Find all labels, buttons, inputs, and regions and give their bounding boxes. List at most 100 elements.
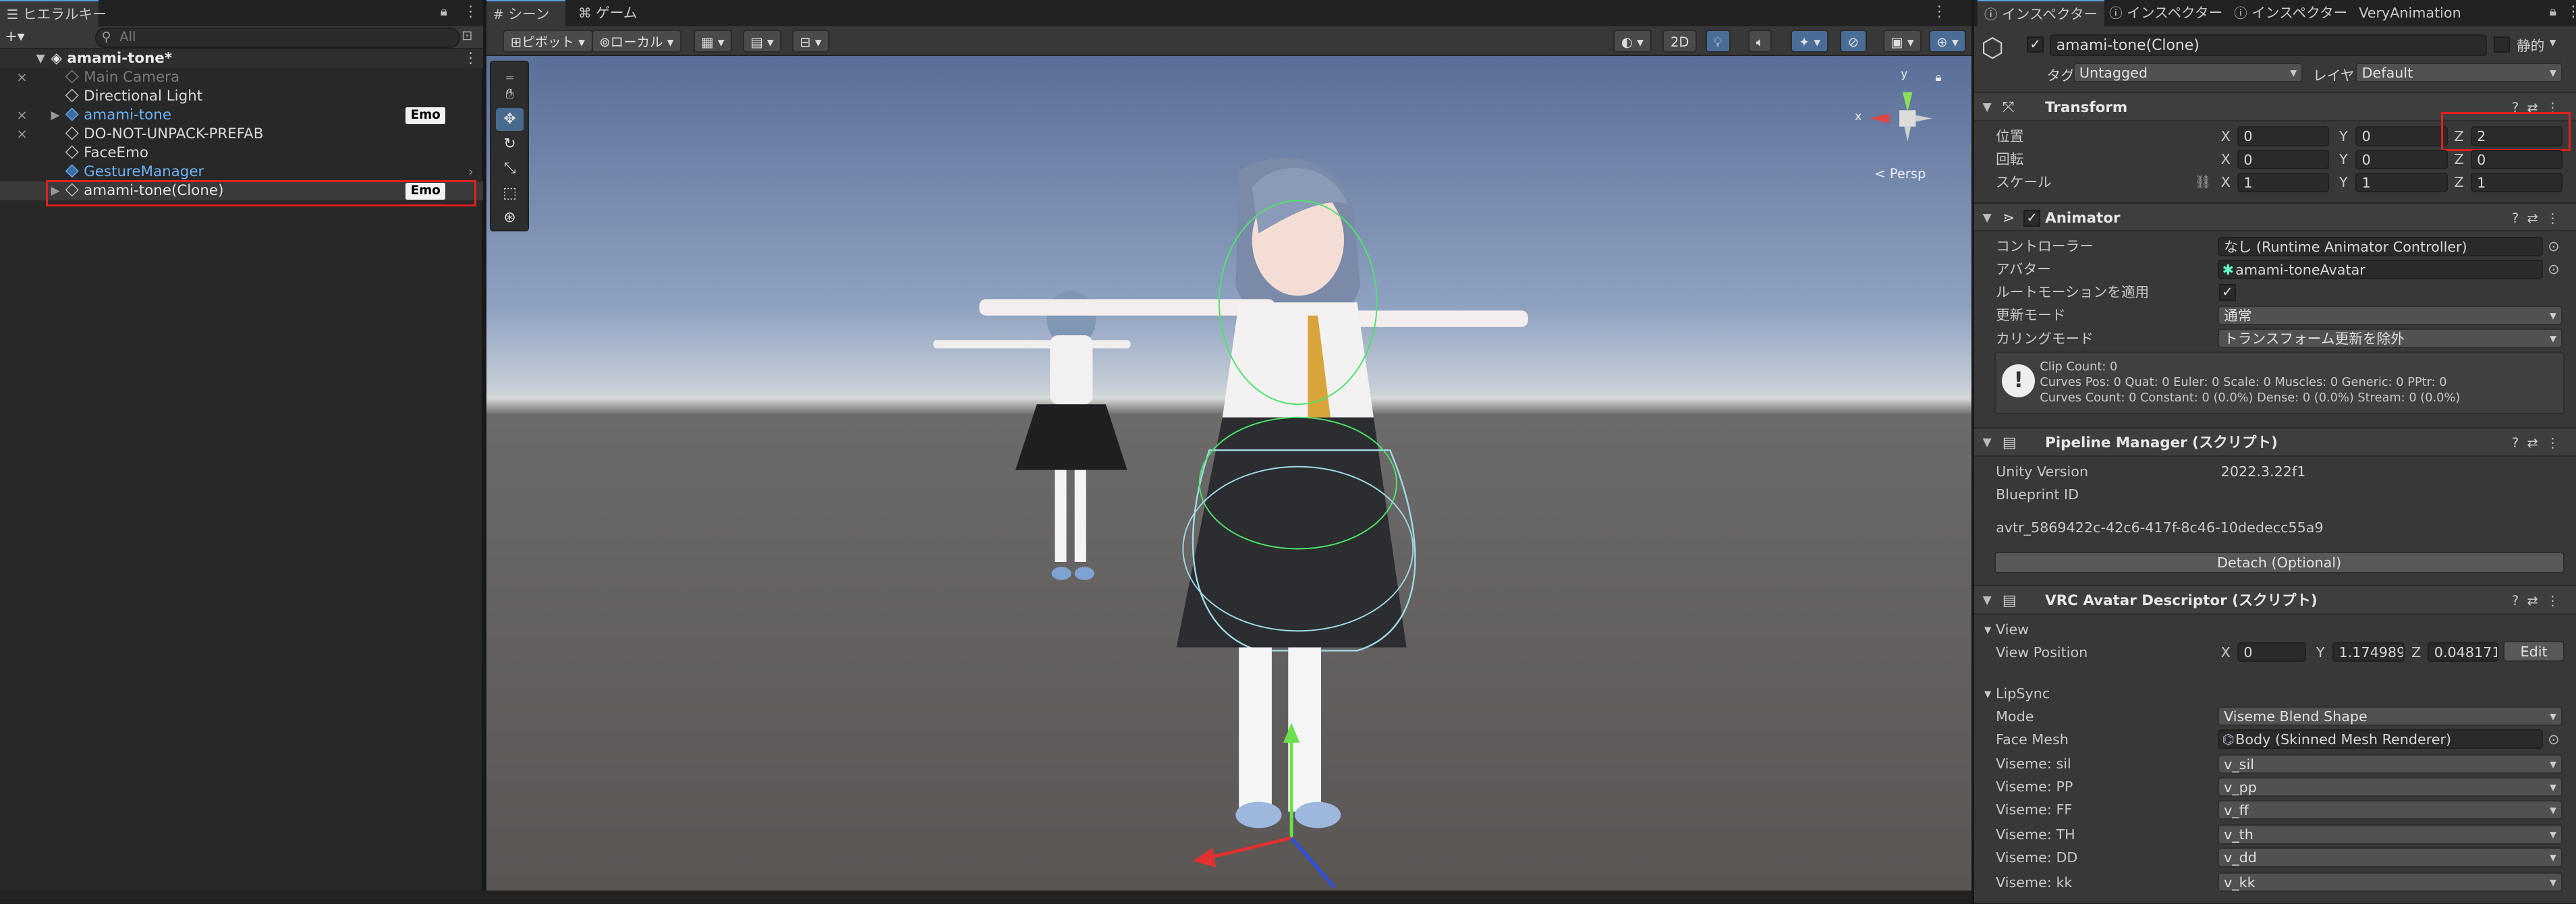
rotation-x-field[interactable]: 0	[2237, 149, 2330, 169]
avatar-descriptor-header[interactable]: ▼ ▤ VRC Avatar Descriptor (スクリプト) ?⇄⋮	[1974, 584, 2576, 616]
more-menu-icon[interactable]: ⋮	[1932, 3, 1947, 20]
hierarchy-item-main-camera[interactable]: ⨯ Main Camera	[0, 68, 483, 87]
tab-hierarchy[interactable]: ☰ ヒエラルキー	[0, 0, 107, 26]
edit-view-button[interactable]: Edit	[2503, 640, 2565, 662]
chevron-right-icon[interactable]: ›	[468, 163, 474, 181]
rotate-tool-icon[interactable]: ↻	[496, 133, 524, 156]
increment-snap-button[interactable]: ⊟ ▾	[791, 29, 830, 53]
lighting-toggle[interactable]: 💡︎	[1705, 29, 1731, 53]
visibility-icon[interactable]: ⨯	[16, 68, 27, 87]
hierarchy-item-gesturemanager[interactable]: GestureManager ›	[0, 163, 483, 181]
scale-x-field[interactable]: 1	[2237, 172, 2330, 192]
view-lock-icon[interactable]: 🔒︎	[1935, 71, 1941, 84]
rect-tool-icon[interactable]: ⬚	[496, 182, 524, 205]
object-picker-icon[interactable]: ⊙	[2548, 258, 2559, 281]
controller-field[interactable]: なし (Runtime Animator Controller)	[2217, 236, 2543, 256]
component-tools-icon[interactable]: ?⇄⋮	[2512, 428, 2568, 458]
tag-dropdown[interactable]: Untagged	[2073, 62, 2303, 82]
position-y-field[interactable]: 0	[2355, 126, 2448, 146]
tab-inspector-1[interactable]: ⓘ インスペクター	[1978, 0, 2104, 26]
viseme-dropdown[interactable]: v_th	[2217, 824, 2563, 845]
more-menu-icon[interactable]: ⋮	[464, 3, 478, 20]
hierarchy-item-faceemo[interactable]: FaceEmo	[0, 144, 483, 163]
tab-scene[interactable]: # シーン	[486, 0, 565, 26]
static-checkbox[interactable]	[2493, 36, 2511, 53]
effects-toggle[interactable]: ✦ ▾	[1791, 29, 1828, 53]
view-position-z-field[interactable]: 0.0481713	[2428, 642, 2499, 662]
tab-inspector-3[interactable]: ⓘ インスペクター	[2227, 0, 2354, 26]
layer-dropdown[interactable]: Default	[2355, 62, 2563, 82]
draw-mode-button[interactable]: ◐ ▾	[1613, 29, 1652, 53]
hierarchy-item-do-not-unpack-prefab[interactable]: ⨯ DO-NOT-UNPACK-PREFAB	[0, 125, 483, 144]
link-icon[interactable]: ⛓︎	[2195, 171, 2212, 194]
view-position-y-field[interactable]: 1.174989	[2332, 642, 2405, 662]
2d-toggle[interactable]: 2D	[1662, 29, 1698, 53]
lipsync-mode-dropdown[interactable]: Viseme Blend Shape	[2217, 706, 2563, 727]
lipsync-section-label[interactable]: ▾ LipSync	[1984, 682, 2050, 705]
lock-icon[interactable]: 🔒︎	[441, 3, 447, 19]
pipeline-manager-header[interactable]: ▼ ▤ Pipeline Manager (スクリプト) ?⇄⋮	[1974, 427, 2576, 457]
perspective-label[interactable]: < Persp	[1874, 166, 1926, 181]
scene-menu-icon[interactable]: ⋮	[464, 49, 478, 68]
transform-tool-icon[interactable]: ⊛	[496, 206, 524, 229]
component-tools-icon[interactable]: ?⇄⋮	[2512, 204, 2568, 233]
local-dropdown[interactable]: ⊚ローカル ▾	[591, 29, 682, 53]
lock-icon[interactable]: 🔒︎	[2550, 3, 2556, 19]
collapse-arrow-icon[interactable]: ▼	[1983, 204, 1992, 233]
hand-tool-icon[interactable]: ✋︎	[496, 84, 524, 107]
rotation-y-field[interactable]: 0	[2355, 149, 2448, 169]
viseme-dropdown[interactable]: v_dd	[2217, 847, 2563, 868]
object-picker-icon[interactable]: ⊙	[2548, 235, 2559, 258]
viseme-dropdown[interactable]: v_pp	[2217, 776, 2563, 797]
object-picker-icon[interactable]: ⊙	[2548, 728, 2559, 751]
tab-veryanimation[interactable]: VeryAnimation	[2352, 0, 2467, 26]
hidden-objects-toggle[interactable]: ⊘	[1840, 29, 1867, 53]
scale-z-field[interactable]: 1	[2470, 172, 2563, 192]
component-tools-icon[interactable]: ?⇄⋮	[2512, 586, 2568, 616]
grid-visibility-button[interactable]: ▤ ▾	[742, 29, 782, 53]
hierarchy-item-amami-tone[interactable]: ⨯ ▶ amami-tone Emo	[0, 106, 483, 125]
expand-arrow-icon[interactable]: ▶	[51, 106, 59, 125]
view-section-label[interactable]: ▾ View	[1984, 618, 2029, 641]
hierarchy-search-input[interactable]: ⚲ All	[95, 28, 460, 48]
hierarchy-scene-root[interactable]: ▼ ◈ amami-tone* ⋮	[0, 49, 483, 69]
viseme-dropdown[interactable]: v_sil	[2217, 754, 2563, 774]
tab-inspector-2[interactable]: ⓘ インスペクター	[2102, 0, 2229, 26]
move-tool-icon[interactable]: ✥	[495, 108, 524, 132]
object-name-field[interactable]: amami-tone(Clone)	[2050, 34, 2488, 56]
detach-button[interactable]: Detach (Optional)	[1994, 552, 2565, 573]
view-position-x-field[interactable]: 0	[2237, 642, 2307, 662]
lipsync-section-row[interactable]: ▾ LipSync	[1974, 682, 2576, 705]
scale-y-field[interactable]: 1	[2355, 172, 2448, 192]
pivot-dropdown[interactable]: ⊞ピボット ▾	[503, 29, 593, 53]
animator-enabled-checkbox[interactable]: ✓	[2023, 210, 2040, 227]
visibility-icon[interactable]: ⨯	[16, 106, 27, 125]
scene-viewport[interactable]: x y < Persp 🔒︎	[486, 55, 1971, 891]
rotation-z-field[interactable]: 0	[2470, 149, 2563, 169]
active-checkbox[interactable]: ✓	[2027, 36, 2044, 53]
grid-snap-button[interactable]: ▦ ▾	[693, 29, 733, 53]
view-section-row[interactable]: ▾ View	[1974, 618, 2576, 641]
viseme-dropdown[interactable]: v_ff	[2217, 799, 2563, 820]
tab-game[interactable]: ⌘ ゲーム	[571, 0, 644, 26]
animator-header[interactable]: ▼ ⋗ ✓ Animator ?⇄⋮	[1974, 202, 2576, 232]
audio-toggle[interactable]: 🔈︎	[1747, 29, 1772, 53]
scene-filter-icon[interactable]: ⊡	[461, 28, 472, 43]
collapse-arrow-icon[interactable]: ▼	[1983, 586, 1992, 616]
visibility-icon[interactable]: ⨯	[16, 125, 27, 144]
orientation-gizmo[interactable]	[1870, 92, 1932, 142]
camera-settings-button[interactable]: ▣ ▾	[1882, 29, 1922, 53]
position-x-field[interactable]: 0	[2237, 126, 2330, 146]
face-mesh-field[interactable]: ⌬ Body (Skinned Mesh Renderer)	[2217, 729, 2543, 750]
avatar-field[interactable]: ✱ amami-toneAvatar	[2217, 259, 2543, 279]
culling-mode-dropdown[interactable]: トランスフォーム更新を除外	[2217, 328, 2563, 349]
expand-arrow-icon[interactable]: ▼	[36, 49, 45, 68]
gizmos-button[interactable]: ⊕ ▾	[1928, 29, 1967, 53]
collapse-arrow-icon[interactable]: ▼	[1983, 93, 1992, 123]
update-mode-dropdown[interactable]: 通常	[2217, 305, 2563, 326]
hierarchy-item-directional-light[interactable]: Directional Light	[0, 87, 483, 106]
static-dropdown-icon[interactable]: ▾	[2550, 34, 2556, 50]
collapse-arrow-icon[interactable]: ▼	[1983, 428, 1992, 458]
add-object-button[interactable]: +▾	[5, 26, 24, 48]
viseme-dropdown[interactable]: v_kk	[2217, 872, 2563, 893]
